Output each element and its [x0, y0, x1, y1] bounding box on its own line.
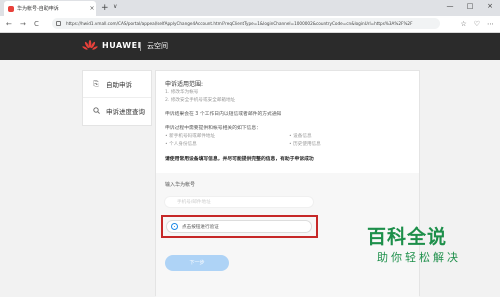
window-controls: — □ × — [440, 0, 500, 14]
tab-close-button[interactable]: × — [88, 5, 96, 12]
forward-button[interactable]: → — [20, 18, 26, 30]
watermark-title: 百科全说 — [367, 226, 448, 248]
verify-button[interactable]: 点击按钮进行验证 — [166, 220, 312, 233]
close-window-button[interactable]: × — [480, 0, 500, 14]
scope-title: 申诉适用范围: — [165, 81, 204, 88]
brand-name[interactable]: HUAWEI — [102, 41, 141, 50]
back-button[interactable]: ← — [6, 18, 12, 30]
account-label: 输入华为帐号 — [165, 182, 196, 188]
sidebar-item-label: 申诉进度查询 — [106, 108, 145, 116]
account-input[interactable]: 手机号/邮件地址 — [164, 196, 314, 208]
collections-icon[interactable]: ♡ — [474, 19, 480, 29]
verify-highlight: 点击按钮进行验证 — [161, 215, 318, 238]
sidebar-item-appeal-progress[interactable]: 申诉进度查询 — [83, 98, 151, 124]
sidebar-item-self-appeal[interactable]: ⎘ 自助申诉 — [83, 71, 151, 98]
info-item: • 设备信息 — [289, 134, 312, 139]
address-bar-row: ← → C https://hwid1.vmall.com/CAS/portal… — [0, 16, 500, 33]
verify-label: 点击按钮进行验证 — [182, 225, 219, 230]
watermark: 百科全说 助你轻松解决 — [367, 222, 487, 274]
browser-tab-bar: 华为帐号-自助申诉 × + ∨ — □ × — [0, 0, 500, 16]
maximize-button[interactable]: □ — [460, 0, 480, 14]
header-divider — [140, 42, 141, 51]
info-item: • 个人身份信息 — [165, 142, 197, 147]
scope-item: 2. 修改安全手机号或安全邮箱地址 — [165, 98, 236, 103]
more-menu-icon[interactable]: ⋯ — [487, 19, 494, 29]
watermark-subtitle: 助你轻松解决 — [377, 251, 461, 264]
verify-radio-icon — [171, 223, 178, 230]
huawei-logo-icon — [82, 40, 98, 50]
browser-tab[interactable]: 华为帐号-自助申诉 × — [4, 1, 96, 16]
huawei-favicon-icon — [8, 5, 14, 12]
warning-text: 请使用常用设备填写信息，并尽可能提供完整的信息，有助于申诉成功 — [165, 157, 314, 162]
url-field[interactable]: https://hwid1.vmall.com/CAS/portal/appea… — [52, 18, 440, 29]
info-item: • 新手机号码或邮件地址 — [165, 134, 216, 139]
scope-item: 1. 修改华为帐号 — [165, 90, 199, 95]
lock-icon — [56, 21, 61, 26]
new-tab-button[interactable]: + — [101, 2, 109, 14]
search-icon — [91, 106, 101, 116]
site-header: HUAWEI 云空间 — [0, 33, 500, 60]
minimize-button[interactable]: — — [440, 0, 460, 14]
document-icon: ⎘ — [93, 79, 99, 88]
tab-title: 华为帐号-自助申诉 — [17, 6, 59, 12]
info-item: • 历史使用信息 — [289, 142, 321, 147]
product-name[interactable]: 云空间 — [147, 41, 168, 51]
favorite-star-icon[interactable]: ☆ — [460, 19, 466, 29]
result-note: 申诉结果会在 3 个工作日内以短信或者邮件的方式通知 — [165, 112, 282, 117]
sidebar-item-label: 自助申诉 — [106, 81, 132, 89]
toolbar-icons: ☆ ♡ ⋯ — [460, 19, 494, 29]
reload-button[interactable]: C — [34, 18, 39, 30]
info-intro: 申诉过程中需要提供和帐号相关的如下信息： — [165, 126, 261, 131]
tab-menu-button[interactable]: ∨ — [113, 3, 117, 10]
next-button[interactable]: 下一步 — [165, 255, 229, 271]
sidebar: ⎘ 自助申诉 申诉进度查询 — [82, 70, 152, 126]
